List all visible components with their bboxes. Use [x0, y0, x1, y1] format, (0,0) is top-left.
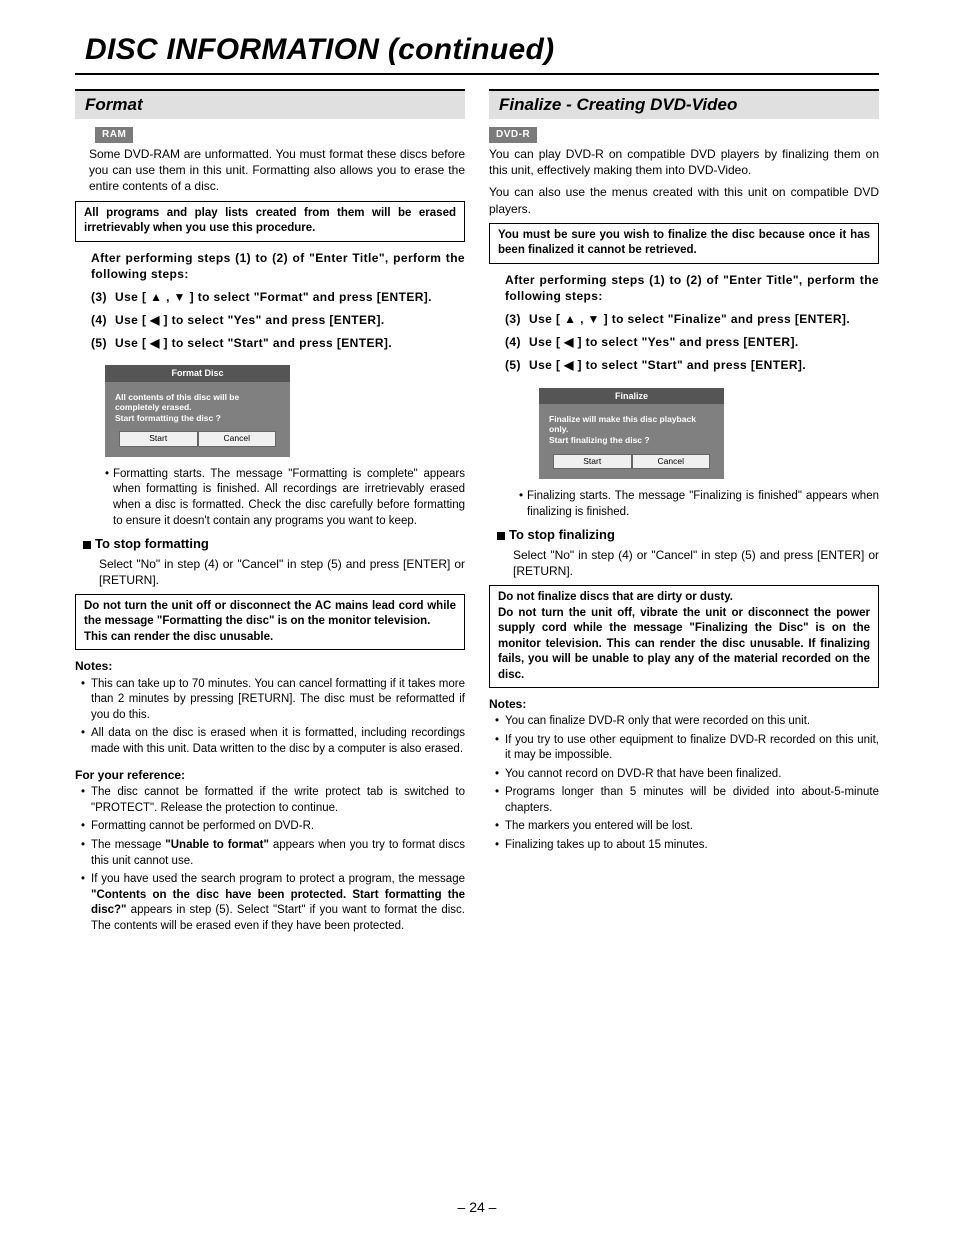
stop-formatting-heading: To stop formatting	[83, 535, 465, 553]
format-step-3: (3) Use [ ▲ , ▼ ] to select "Format" and…	[91, 289, 465, 305]
step-text: Use [ ◀ ] to select "Start" and press [E…	[115, 335, 465, 351]
cancel-button[interactable]: Cancel	[632, 454, 711, 469]
list-item: •You can finalize DVD-R only that were r…	[495, 714, 879, 730]
list-item: •The message "Unable to format" appears …	[81, 838, 465, 869]
format-post-dialog: •Formatting starts. The message "Formatt…	[75, 467, 465, 529]
finalize-warning-2: Do not finalize discs that are dirty or …	[489, 585, 879, 688]
finalize-warning-1: You must be sure you wish to finalize th…	[489, 223, 879, 264]
step-number: (5)	[505, 357, 529, 373]
finalize-heading: Finalize - Creating DVD-Video	[489, 89, 879, 120]
list-item: •If you try to use other equipment to fi…	[495, 733, 879, 764]
format-step-5: (5) Use [ ◀ ] to select "Start" and pres…	[91, 335, 465, 351]
finalize-steps-intro: After performing steps (1) to (2) of "En…	[505, 272, 879, 304]
dialog-title: Format Disc	[105, 365, 290, 381]
ram-badge: RAM	[95, 127, 133, 143]
notes-heading: Notes:	[75, 658, 465, 674]
list-item: •The markers you entered will be lost.	[495, 819, 879, 835]
step-number: (5)	[91, 335, 115, 351]
format-reference-list: •The disc cannot be formatted if the wri…	[75, 785, 465, 934]
list-item: •If you have used the search program to …	[81, 872, 465, 934]
dialog-body: Finalize will make this disc playback on…	[539, 404, 724, 454]
step-number: (4)	[91, 312, 115, 328]
format-steps-intro: After performing steps (1) to (2) of "En…	[91, 250, 465, 282]
title-rule	[75, 73, 879, 75]
stop-finalizing-heading: To stop finalizing	[497, 526, 879, 544]
format-notes-list: •This can take up to 70 minutes. You can…	[75, 677, 465, 758]
step-number: (3)	[91, 289, 115, 305]
step-text: Use [ ◀ ] to select "Yes" and press [ENT…	[529, 334, 879, 350]
page-number: – 24 –	[0, 1198, 954, 1217]
step-number: (3)	[505, 311, 529, 327]
list-item: •Programs longer than 5 minutes will be …	[495, 785, 879, 816]
start-button[interactable]: Start	[119, 431, 198, 446]
format-body: RAM Some DVD-RAM are unformatted. You mu…	[75, 125, 465, 194]
list-item: •Finalizing takes up to about 15 minutes…	[495, 838, 879, 854]
format-step-4: (4) Use [ ◀ ] to select "Yes" and press …	[91, 312, 465, 328]
start-button[interactable]: Start	[553, 454, 632, 469]
finalize-step-5: (5) Use [ ◀ ] to select "Start" and pres…	[505, 357, 879, 373]
dialog-buttons: Start Cancel	[539, 454, 724, 469]
dialog-buttons: Start Cancel	[105, 431, 290, 446]
stop-formatting-body: Select "No" in step (4) or "Cancel" in s…	[75, 556, 465, 588]
square-bullet-icon	[497, 532, 505, 540]
post-dialog-text: Finalizing starts. The message "Finalizi…	[527, 489, 879, 520]
warn2-line-a: Do not turn the unit off or disconnect t…	[84, 600, 456, 628]
post-dialog-text: Formatting starts. The message "Formatti…	[113, 467, 465, 529]
dialog-body: All contents of this disc will be comple…	[105, 382, 290, 432]
warn2-line-b: Do not turn the unit off, vibrate the un…	[498, 607, 870, 681]
finalize-steps: After performing steps (1) to (2) of "En…	[489, 272, 879, 374]
finalize-dialog: Finalize Finalize will make this disc pl…	[539, 388, 724, 479]
step-text: Use [ ◀ ] to select "Yes" and press [ENT…	[115, 312, 465, 328]
finalize-intro-2: You can also use the menus created with …	[489, 184, 879, 216]
warn2-line-b: This can render the disc unusable.	[84, 631, 273, 643]
finalize-body: DVD-R You can play DVD-R on compatible D…	[489, 125, 879, 216]
step-text: Use [ ◀ ] to select "Start" and press [E…	[529, 357, 879, 373]
finalize-notes-list: •You can finalize DVD-R only that were r…	[489, 714, 879, 853]
list-item: •You cannot record on DVD-R that have be…	[495, 767, 879, 783]
warn2-line-a: Do not finalize discs that are dirty or …	[498, 591, 733, 603]
list-item: •This can take up to 70 minutes. You can…	[81, 677, 465, 724]
step-text: Use [ ▲ , ▼ ] to select "Finalize" and p…	[529, 311, 879, 327]
dialog-title: Finalize	[539, 388, 724, 404]
stop-finalizing-body: Select "No" in step (4) or "Cancel" in s…	[489, 547, 879, 579]
list-item: •The disc cannot be formatted if the wri…	[81, 785, 465, 816]
finalize-step-4: (4) Use [ ◀ ] to select "Yes" and press …	[505, 334, 879, 350]
format-heading: Format	[75, 89, 465, 120]
format-warning-1: All programs and play lists created from…	[75, 201, 465, 242]
finalize-intro-1: You can play DVD-R on compatible DVD pla…	[489, 146, 879, 178]
finalize-post-dialog: •Finalizing starts. The message "Finaliz…	[489, 489, 879, 520]
step-text: Use [ ▲ , ▼ ] to select "Format" and pre…	[115, 289, 465, 305]
right-column: Finalize - Creating DVD-Video DVD-R You …	[489, 89, 879, 938]
finalize-step-3: (3) Use [ ▲ , ▼ ] to select "Finalize" a…	[505, 311, 879, 327]
format-intro: Some DVD-RAM are unformatted. You must f…	[89, 146, 465, 195]
notes-heading: Notes:	[489, 696, 879, 712]
format-dialog: Format Disc All contents of this disc wi…	[105, 365, 290, 456]
two-column-layout: Format RAM Some DVD-RAM are unformatted.…	[75, 89, 879, 938]
format-steps: After performing steps (1) to (2) of "En…	[75, 250, 465, 352]
square-bullet-icon	[83, 541, 91, 549]
format-warning-2: Do not turn the unit off or disconnect t…	[75, 594, 465, 651]
reference-heading: For your reference:	[75, 767, 465, 783]
list-item: •All data on the disc is erased when it …	[81, 726, 465, 757]
cancel-button[interactable]: Cancel	[198, 431, 277, 446]
step-number: (4)	[505, 334, 529, 350]
page-title: DISC INFORMATION (continued)	[85, 30, 879, 71]
left-column: Format RAM Some DVD-RAM are unformatted.…	[75, 89, 465, 938]
list-item: •Formatting cannot be performed on DVD-R…	[81, 819, 465, 835]
dvdr-badge: DVD-R	[489, 127, 537, 143]
